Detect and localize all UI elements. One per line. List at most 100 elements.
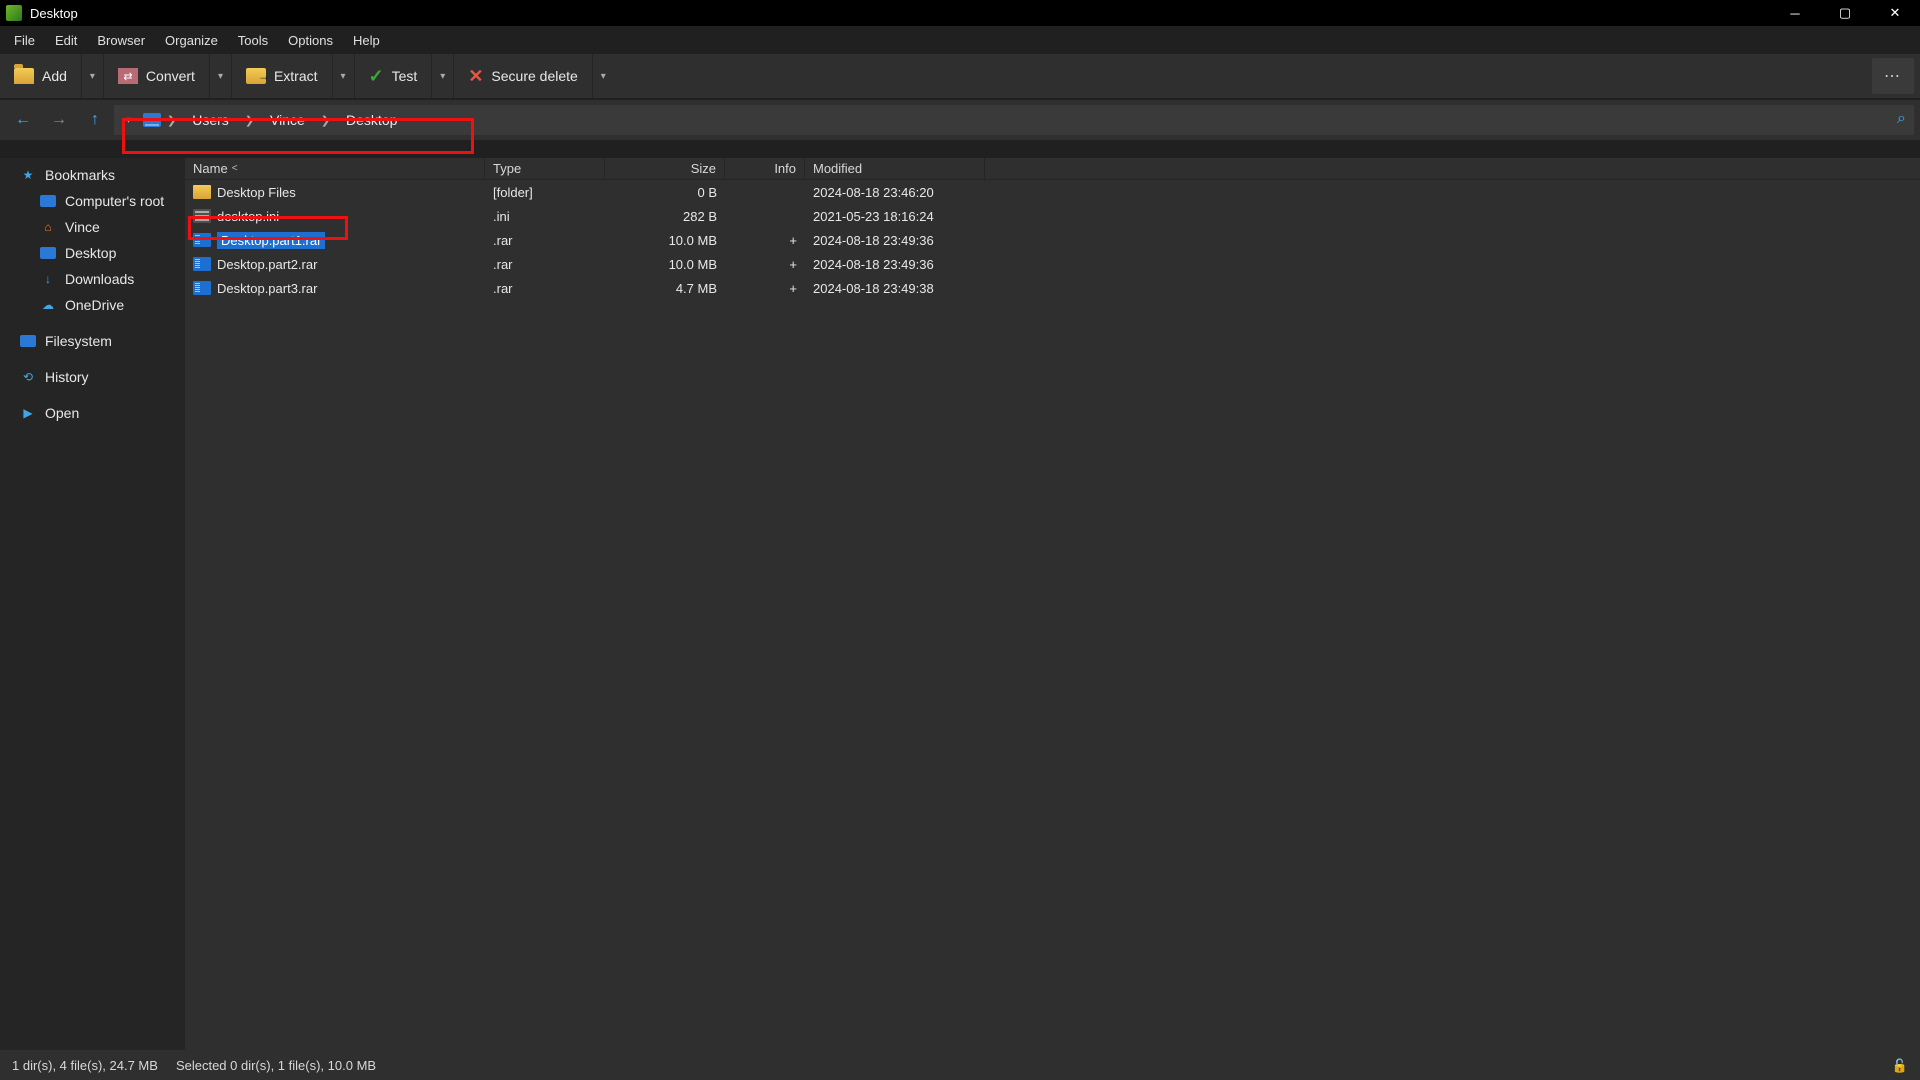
- secure-delete-button[interactable]: ✕ Secure delete: [454, 54, 592, 98]
- up-button[interactable]: ↑: [78, 105, 112, 135]
- extract-dropdown[interactable]: ▾: [332, 54, 354, 98]
- extract-button[interactable]: Extract: [232, 54, 332, 98]
- sidebar-item-vince[interactable]: ⌂ Vince: [0, 214, 185, 240]
- play-icon: ▶: [20, 405, 36, 421]
- file-name: Desktop Files: [217, 185, 296, 200]
- file-row[interactable]: desktop.ini.ini282 B2021-05-23 18:16:24: [185, 204, 1920, 228]
- test-dropdown[interactable]: ▾: [431, 54, 453, 98]
- ini-icon: [193, 209, 211, 223]
- menu-browser[interactable]: Browser: [87, 29, 155, 52]
- crumb-desktop[interactable]: Desktop: [336, 108, 407, 132]
- forward-button[interactable]: →: [42, 105, 76, 135]
- menu-edit[interactable]: Edit: [45, 29, 87, 52]
- crumb-users[interactable]: Users: [182, 108, 239, 132]
- file-name: Desktop.part1.rar: [217, 232, 325, 249]
- menu-organize[interactable]: Organize: [155, 29, 228, 52]
- col-name[interactable]: Name <: [185, 158, 485, 179]
- sidebar-item-label: Desktop: [65, 245, 116, 261]
- col-modified[interactable]: Modified: [805, 158, 985, 179]
- check-icon: ✓: [369, 66, 384, 87]
- secure-delete-dropdown[interactable]: ▾: [592, 54, 614, 98]
- file-row[interactable]: Desktop Files [folder]0 B 2024-08-18 23:46…: [185, 180, 1920, 204]
- sidebar: ★ Bookmarks Computer's root ⌂ Vince Desk…: [0, 158, 185, 1050]
- desktop-icon: [40, 247, 56, 259]
- folder-icon: [14, 68, 34, 84]
- file-size: 0 B: [605, 185, 725, 200]
- sidebar-item-onedrive[interactable]: ☁ OneDrive: [0, 292, 185, 318]
- file-info: +: [725, 233, 805, 248]
- test-label: Test: [392, 68, 418, 84]
- file-row[interactable]: Desktop.part2.rar.rar10.0 MB+2024-08-18 …: [185, 252, 1920, 276]
- col-type[interactable]: Type: [485, 158, 605, 179]
- breadcrumb-history-dropdown[interactable]: ▾: [120, 115, 137, 126]
- sidebar-item-label: Vince: [65, 219, 100, 235]
- file-row[interactable]: Desktop.part3.rar.rar4.7 MB+2024-08-18 2…: [185, 276, 1920, 300]
- chevron-right-icon[interactable]: ❯: [163, 110, 180, 131]
- add-label: Add: [42, 68, 67, 84]
- add-dropdown[interactable]: ▾: [81, 54, 103, 98]
- file-size: 4.7 MB: [605, 281, 725, 296]
- sidebar-item-computers-root[interactable]: Computer's root: [0, 188, 185, 214]
- sidebar-history[interactable]: ⟲ History: [0, 364, 185, 390]
- sidebar-open[interactable]: ▶ Open: [0, 400, 185, 426]
- back-button[interactable]: ←: [6, 105, 40, 135]
- file-name: Desktop.part3.rar: [217, 281, 317, 296]
- sort-indicator-icon: <: [232, 163, 238, 174]
- minimize-button[interactable]: ─: [1770, 0, 1820, 26]
- file-type: .rar: [485, 257, 605, 272]
- file-size: 10.0 MB: [605, 233, 725, 248]
- rar-icon: [193, 233, 211, 247]
- close-button[interactable]: ✕: [1870, 0, 1920, 26]
- secure-delete-label: Secure delete: [491, 68, 577, 84]
- sidebar-item-label: OneDrive: [65, 297, 124, 313]
- drive-icon[interactable]: [143, 113, 161, 127]
- search-icon[interactable]: ⌕: [1897, 110, 1906, 128]
- test-button[interactable]: ✓ Test: [355, 54, 432, 98]
- sidebar-item-desktop[interactable]: Desktop: [0, 240, 185, 266]
- status-summary: 1 dir(s), 4 file(s), 24.7 MB: [12, 1058, 158, 1073]
- filesystem-label: Filesystem: [45, 333, 112, 349]
- sidebar-bookmarks[interactable]: ★ Bookmarks: [0, 162, 185, 188]
- overflow-button[interactable]: ⋯: [1872, 58, 1914, 94]
- maximize-button[interactable]: ▢: [1820, 0, 1870, 26]
- star-icon: ★: [20, 167, 36, 183]
- convert-icon: [118, 68, 138, 84]
- sidebar-filesystem[interactable]: Filesystem: [0, 328, 185, 354]
- app-icon: [6, 5, 22, 21]
- col-size[interactable]: Size: [605, 158, 725, 179]
- status-selection: Selected 0 dir(s), 1 file(s), 10.0 MB: [176, 1058, 376, 1073]
- breadcrumb[interactable]: ▾ ❯ Users ❯ Vince ❯ Desktop ⌕: [114, 105, 1914, 135]
- file-modified: 2024-08-18 23:49:38: [805, 281, 985, 296]
- file-type: [folder]: [485, 185, 605, 200]
- convert-button[interactable]: Convert: [104, 54, 209, 98]
- bookmarks-label: Bookmarks: [45, 167, 115, 183]
- sidebar-item-label: Computer's root: [65, 193, 164, 209]
- chevron-right-icon[interactable]: ❯: [241, 110, 258, 131]
- x-icon: ✕: [468, 66, 483, 87]
- rar-icon: [193, 257, 211, 271]
- file-row[interactable]: Desktop.part1.rar.rar10.0 MB+2024-08-18 …: [185, 228, 1920, 252]
- menu-file[interactable]: File: [4, 29, 45, 52]
- sidebar-item-downloads[interactable]: ↓ Downloads: [0, 266, 185, 292]
- drive-icon: [40, 195, 56, 207]
- file-name: desktop.ini: [217, 209, 279, 224]
- convert-dropdown[interactable]: ▾: [209, 54, 231, 98]
- history-icon: ⟲: [20, 369, 36, 385]
- file-list: Name < Type Size Info Modified Desktop F…: [185, 158, 1920, 1050]
- menu-bar: File Edit Browser Organize Tools Options…: [0, 26, 1920, 54]
- toolbar: Add ▾ Convert ▾ Extract ▾ ✓ Test ▾ ✕ Sec…: [0, 54, 1920, 98]
- file-modified: 2024-08-18 23:46:20: [805, 185, 985, 200]
- file-modified: 2024-08-18 23:49:36: [805, 257, 985, 272]
- history-label: History: [45, 369, 89, 385]
- download-icon: ↓: [40, 271, 56, 287]
- add-button[interactable]: Add: [0, 54, 81, 98]
- file-type: .rar: [485, 233, 605, 248]
- col-info[interactable]: Info: [725, 158, 805, 179]
- chevron-right-icon[interactable]: ❯: [317, 110, 334, 131]
- menu-tools[interactable]: Tools: [228, 29, 278, 52]
- menu-help[interactable]: Help: [343, 29, 390, 52]
- home-icon: ⌂: [40, 219, 56, 235]
- menu-options[interactable]: Options: [278, 29, 343, 52]
- col-name-label: Name: [193, 161, 228, 176]
- crumb-vince[interactable]: Vince: [260, 108, 315, 132]
